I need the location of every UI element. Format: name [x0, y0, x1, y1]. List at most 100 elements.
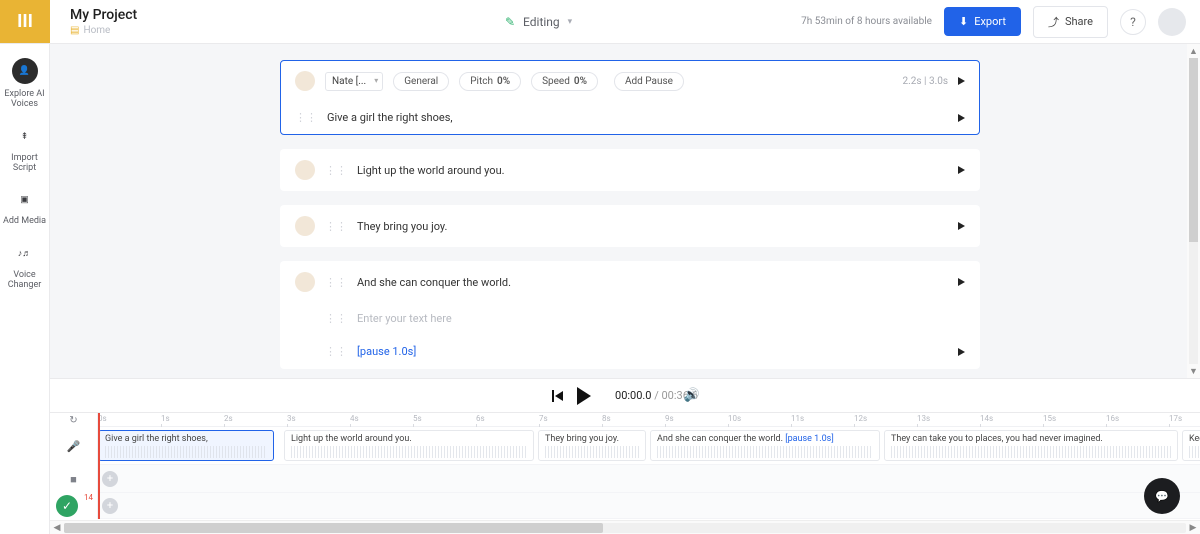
drag-handle-icon[interactable]: ⋮⋮ — [325, 345, 347, 358]
play-line-button[interactable] — [958, 348, 965, 356]
ruler-tick: 17s — [1169, 414, 1182, 423]
scroll-down-icon[interactable]: ▼ — [1189, 364, 1198, 378]
voice-avatar — [295, 216, 315, 236]
voice-select[interactable]: Nate [... — [325, 72, 383, 91]
timeline-clip[interactable]: They bring you joy. — [538, 430, 646, 461]
audio-lane[interactable]: Give a girl the right shoes, Light up the… — [98, 427, 1200, 465]
extra-lane[interactable]: + — [98, 493, 1200, 519]
waveform — [1189, 446, 1200, 458]
sidebar-explore-voices[interactable]: 👤 Explore AI Voices — [2, 58, 48, 110]
status-ok-icon[interactable]: ✓ — [56, 495, 78, 517]
mode-label[interactable]: Editing — [523, 15, 560, 29]
play-line-button[interactable] — [958, 278, 965, 286]
block-text[interactable]: Give a girl the right shoes, — [327, 111, 948, 124]
drag-handle-icon[interactable]: ⋮⋮ — [325, 164, 347, 177]
waveform — [291, 446, 527, 458]
scroll-thumb[interactable] — [1189, 58, 1198, 242]
play-line-button[interactable] — [958, 222, 965, 230]
pill-general[interactable]: General — [393, 72, 449, 91]
sidebar-item-label: Explore AI Voices — [2, 89, 48, 110]
export-button[interactable]: ⬇ Export — [944, 7, 1021, 36]
timeline-clip[interactable]: Give a girl the right shoes, — [98, 430, 274, 461]
block-text[interactable]: Light up the world around you. — [357, 164, 948, 177]
add-clip-button[interactable]: + — [102, 498, 118, 514]
waveform — [545, 446, 639, 458]
text-block[interactable]: ⋮⋮ And she can conquer the world. ⋮⋮ Ent… — [280, 261, 980, 369]
volume-icon[interactable]: 🔊 — [684, 388, 700, 403]
import-icon: ⇞ — [14, 126, 36, 148]
sidebar-add-media[interactable]: ▣ Add Media — [2, 189, 48, 226]
horizontal-scrollbar[interactable]: ◀ ▶ — [50, 520, 1200, 534]
sidebar-item-label: Voice Changer — [2, 270, 48, 291]
track-extra: ✓ 14 — [50, 493, 98, 519]
breadcrumb-home[interactable]: Home — [83, 25, 110, 36]
pause-marker[interactable]: [pause 1.0s] — [357, 345, 948, 358]
play-line-button[interactable] — [958, 166, 965, 174]
add-pause-button[interactable]: Add Pause — [614, 72, 684, 91]
zoom-control[interactable]: ↻ — [50, 413, 98, 427]
ruler-tick: 13s — [917, 414, 930, 423]
block-placeholder[interactable]: Enter your text here — [357, 312, 965, 325]
track-video-icon[interactable]: ■ — [50, 465, 98, 493]
timeline-clip[interactable]: Light up the world around you. — [284, 430, 534, 461]
play-block-button[interactable] — [958, 77, 965, 85]
export-label: Export — [974, 15, 1006, 28]
chevron-down-icon[interactable]: ▾ — [568, 17, 573, 27]
ruler-tick: 3s — [287, 414, 296, 423]
waveform — [105, 446, 267, 458]
video-lane[interactable]: + — [98, 465, 1200, 493]
block-text[interactable]: They bring you joy. — [357, 220, 948, 233]
text-block[interactable]: ⋮⋮ Light up the world around you. — [280, 149, 980, 191]
user-avatar[interactable] — [1158, 8, 1186, 36]
sidebar-import-script[interactable]: ⇞ Import Script — [2, 126, 48, 174]
waveform — [657, 446, 873, 458]
folder-icon: ▤ — [70, 25, 79, 36]
scroll-thumb[interactable] — [64, 523, 603, 533]
timeline-clip[interactable]: They can take you to places, you had nev… — [884, 430, 1178, 461]
text-block[interactable]: ⋮⋮ They bring you joy. — [280, 205, 980, 247]
usage-text: 7h 53min of 8 hours available — [801, 16, 932, 27]
vertical-scrollbar[interactable]: ▲ ▼ — [1187, 44, 1200, 378]
ruler-tick: 14s — [980, 414, 993, 423]
chat-widget-button[interactable]: 💬 — [1144, 478, 1180, 514]
voice-avatar — [295, 272, 315, 292]
drag-handle-icon[interactable]: ⋮⋮ — [295, 111, 317, 124]
ruler-tick: 6s — [476, 414, 485, 423]
timeline-clip[interactable]: Keep you com — [1182, 430, 1200, 461]
timeline-ruler[interactable]: 0s1s2s3s4s5s6s7s8s9s10s11s12s13s14s15s16… — [98, 413, 1200, 427]
project-title[interactable]: My Project — [70, 7, 270, 23]
skip-back-button[interactable] — [552, 390, 563, 402]
track-mic-icon[interactable]: 🎤 — [50, 427, 98, 465]
block-text[interactable]: And she can conquer the world. — [357, 276, 948, 289]
breadcrumb[interactable]: ▤ Home — [70, 25, 270, 36]
pill-speed[interactable]: Speed0% — [531, 72, 598, 91]
share-icon: ⤴ — [1048, 14, 1059, 30]
time-current: 00:00.0 — [615, 389, 651, 402]
ruler-tick: 4s — [350, 414, 359, 423]
voice-avatar — [295, 160, 315, 180]
text-block[interactable]: Nate [... General Pitch0% Speed0% Add Pa… — [280, 60, 980, 135]
playhead[interactable] — [98, 413, 100, 519]
share-button[interactable]: ⤴ Share — [1033, 6, 1108, 38]
timeline-clip[interactable]: And she can conquer the world. [pause 1.… — [650, 430, 880, 461]
timeline: ↻ 🎤 ■ ✓ 14 0s1s2s3s4s5s6s7s8s9s10s11s12s… — [50, 412, 1200, 520]
scroll-up-icon[interactable]: ▲ — [1189, 44, 1198, 58]
pill-pitch[interactable]: Pitch0% — [459, 72, 521, 91]
add-clip-button[interactable]: + — [102, 471, 118, 487]
play-button[interactable] — [577, 387, 591, 405]
share-label: Share — [1065, 15, 1093, 28]
sidebar-voice-changer[interactable]: ♪♬ Voice Changer — [2, 243, 48, 291]
pencil-icon: ✎ — [505, 15, 515, 29]
scroll-left-icon[interactable]: ◀ — [50, 523, 64, 533]
help-button[interactable]: ? — [1120, 9, 1146, 35]
ruler-tick: 1s — [161, 414, 170, 423]
drag-handle-icon[interactable]: ⋮⋮ — [325, 220, 347, 233]
drag-handle-icon[interactable]: ⋮⋮ — [325, 312, 347, 325]
ruler-tick: 5s — [413, 414, 422, 423]
play-line-button[interactable] — [958, 114, 965, 122]
scroll-right-icon[interactable]: ▶ — [1186, 523, 1200, 533]
drag-handle-icon[interactable]: ⋮⋮ — [325, 276, 347, 289]
ruler-tick: 7s — [539, 414, 548, 423]
voice-avatar — [295, 71, 315, 91]
app-logo[interactable]: III — [0, 0, 50, 43]
